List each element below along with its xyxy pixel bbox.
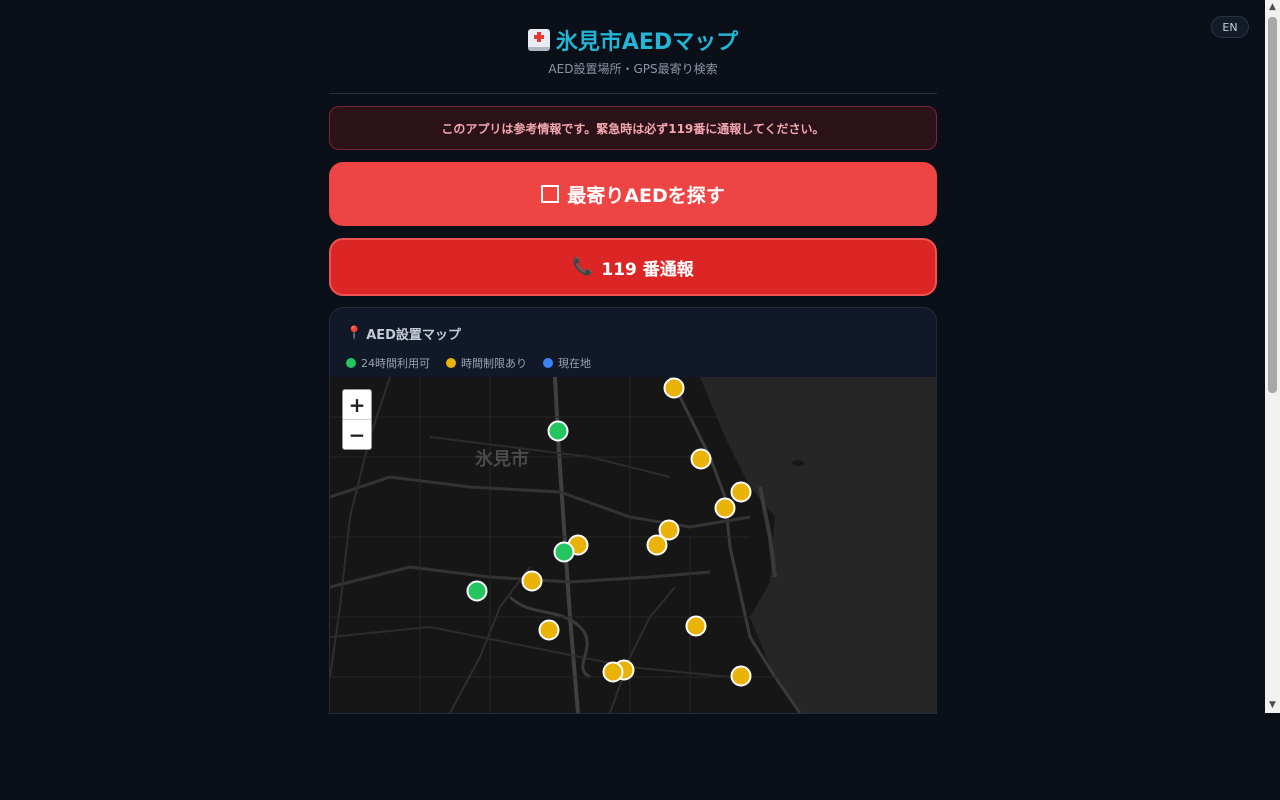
aed-marker-limited[interactable] — [690, 448, 712, 470]
zoom-in-button[interactable]: + — [343, 390, 371, 420]
map-legend: 24時間利用可 時間制限あり 現在地 — [346, 355, 920, 371]
scrollbar-thumb[interactable] — [1268, 17, 1277, 393]
language-toggle-button[interactable]: EN — [1211, 16, 1249, 38]
call-119-button[interactable]: 📞 119 番通報 — [329, 238, 937, 296]
aed-marker-limited[interactable] — [663, 377, 685, 399]
aed-marker-limited[interactable] — [730, 481, 752, 503]
aed-marker-24h[interactable] — [553, 541, 575, 563]
page-title-text: 氷見市AEDマップ — [555, 30, 739, 55]
legend-label-24h: 24時間利用可 — [361, 357, 430, 370]
pin-icon: 📍 — [346, 326, 363, 341]
legend-dot-yellow-icon — [446, 358, 456, 368]
scroll-up-icon[interactable]: ▲ — [1265, 0, 1280, 15]
map-title-text: AED設置マップ — [366, 328, 461, 343]
legend-label-current: 現在地 — [558, 357, 591, 370]
aed-marker-limited[interactable] — [685, 615, 707, 637]
aed-markers-layer — [466, 377, 752, 687]
map-header: 📍 AED設置マップ 24時間利用可 時間制限あり 現在地 — [330, 308, 936, 377]
call-119-label: 119 番通報 — [601, 259, 694, 280]
aed-marker-limited[interactable] — [602, 661, 624, 683]
aed-marker-limited[interactable] — [646, 534, 668, 556]
aed-marker-limited[interactable] — [730, 665, 752, 687]
find-nearest-aed-label: 最寄りAEDを探す — [567, 184, 725, 207]
aed-marker-24h[interactable] — [547, 420, 569, 442]
disclaimer-alert: このアプリは参考情報です。緊急時は必ず119番に通報してください。 — [329, 106, 937, 150]
main-container: 氷見市AEDマップ AED設置場所・GPS最寄り検索 このアプリは参考情報です。… — [329, 0, 937, 714]
find-nearest-aed-button[interactable]: 最寄りAEDを探す — [329, 162, 937, 226]
legend-item-24h: 24時間利用可 — [346, 355, 430, 371]
map-canvas[interactable]: 氷見市 + − — [330, 377, 936, 713]
scrollbar[interactable]: ▲ ▼ — [1265, 0, 1280, 713]
zoom-control: + − — [342, 389, 372, 450]
page-subtitle: AED設置場所・GPS最寄り検索 — [548, 62, 718, 76]
legend-dot-green-icon — [346, 358, 356, 368]
aed-marker-limited[interactable] — [714, 497, 736, 519]
legend-dot-blue-icon — [543, 358, 553, 368]
header-divider — [329, 93, 937, 94]
hospital-icon — [527, 29, 550, 51]
sos-icon — [541, 185, 560, 203]
aed-map-card: 📍 AED設置マップ 24時間利用可 時間制限あり 現在地 氷見市 + − — [329, 307, 937, 714]
disclaimer-text: このアプリは参考情報です。緊急時は必ず119番に通報してください。 — [441, 121, 825, 136]
aed-marker-limited[interactable] — [538, 619, 560, 641]
legend-label-limited: 時間制限あり — [461, 357, 527, 370]
scroll-down-icon[interactable]: ▼ — [1265, 698, 1280, 713]
legend-item-limited: 時間制限あり — [446, 355, 527, 371]
aed-marker-24h[interactable] — [466, 580, 488, 602]
zoom-out-button[interactable]: − — [343, 420, 371, 449]
header: 氷見市AEDマップ AED設置場所・GPS最寄り検索 — [329, 0, 937, 77]
map-title: 📍 AED設置マップ — [346, 324, 920, 343]
page-title: 氷見市AEDマップ — [329, 26, 937, 55]
phone-icon: 📞 — [572, 257, 594, 277]
legend-item-current: 現在地 — [543, 355, 591, 371]
aed-marker-limited[interactable] — [521, 570, 543, 592]
